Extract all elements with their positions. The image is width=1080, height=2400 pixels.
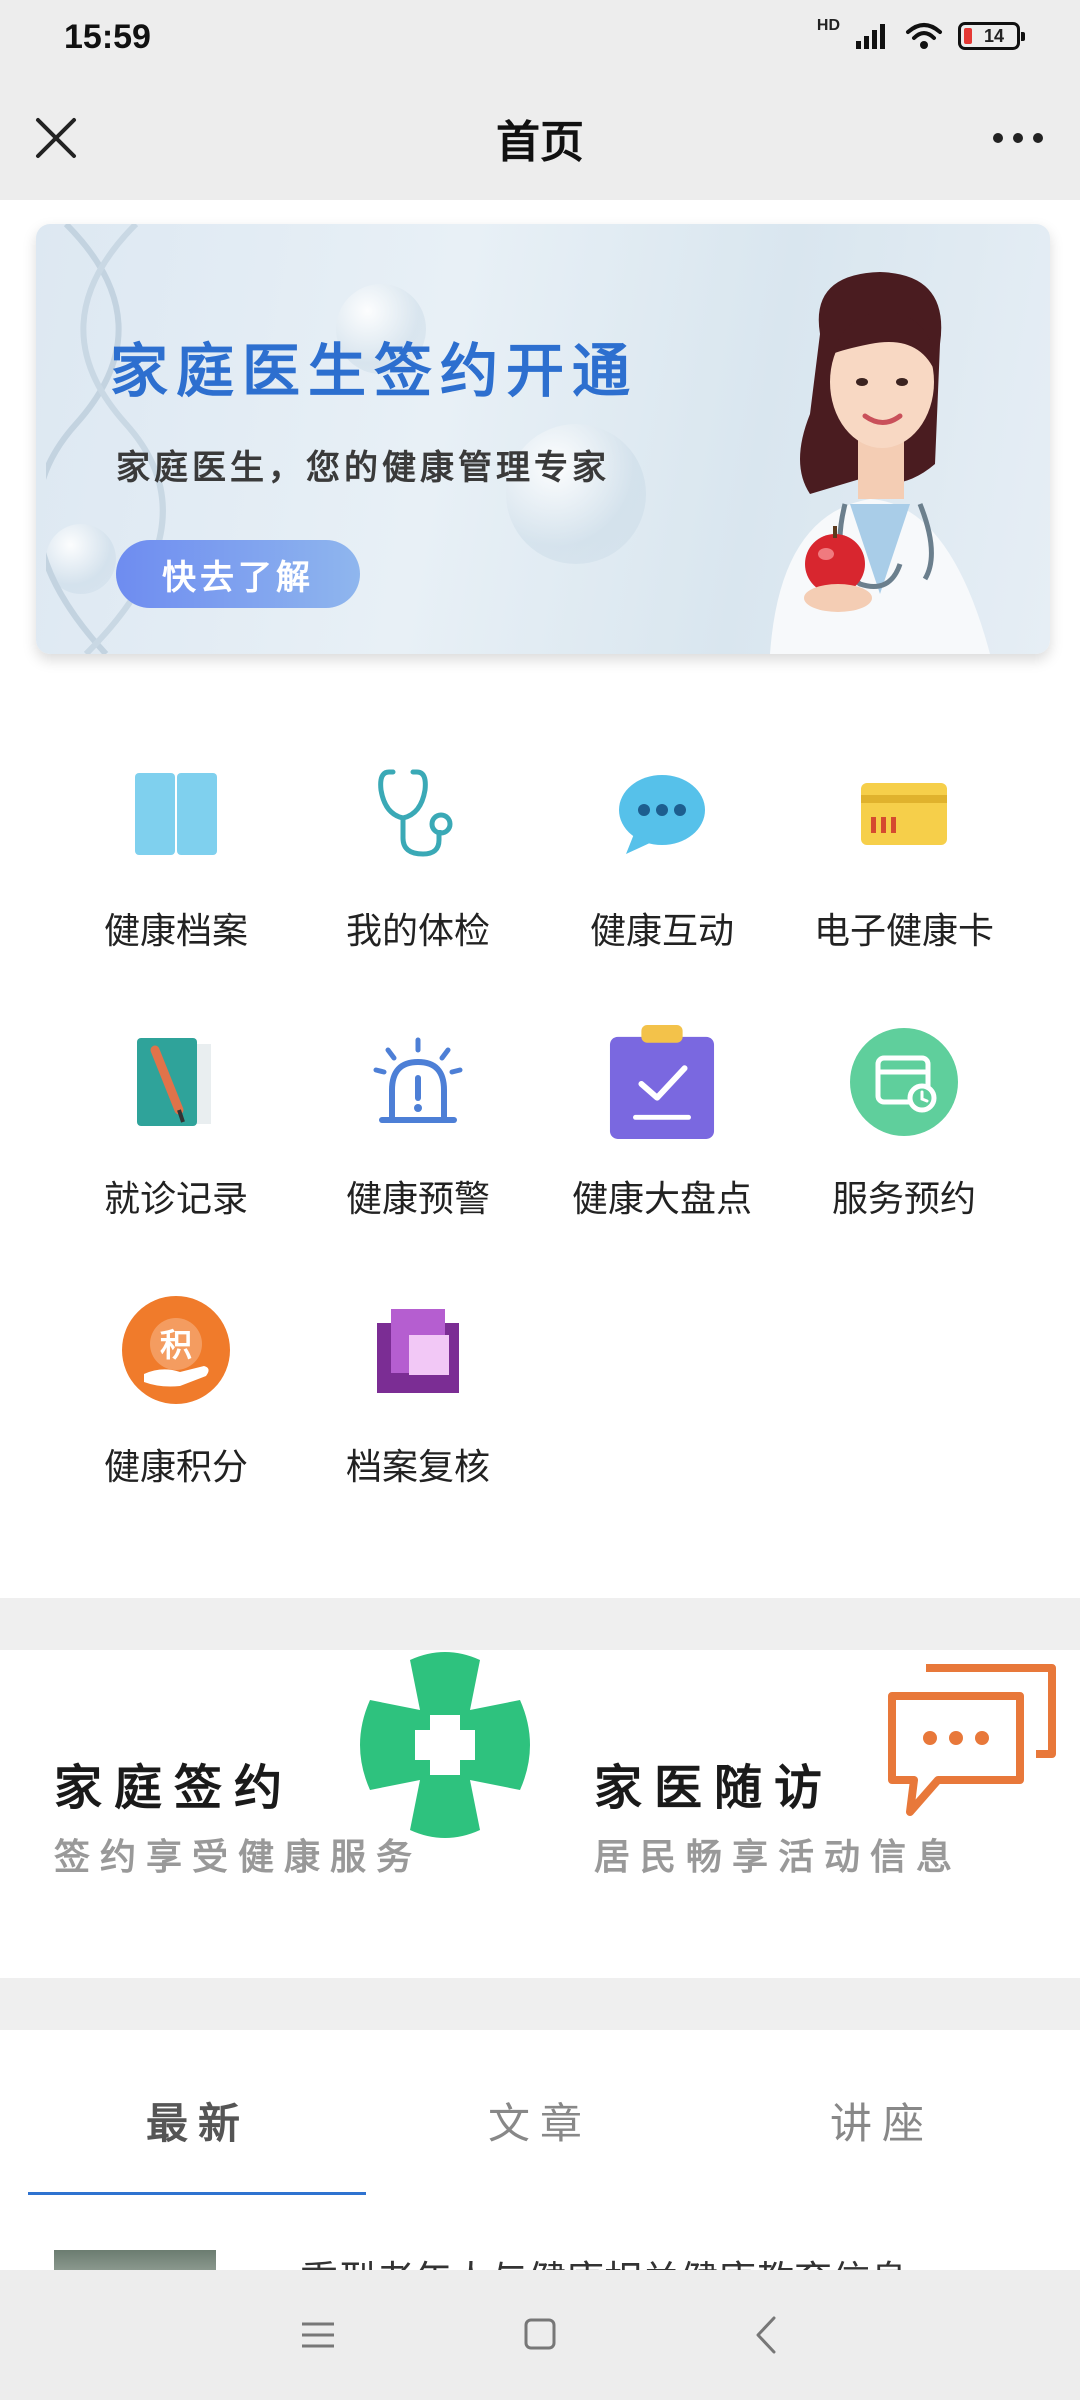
tab-indicator bbox=[28, 2192, 366, 2195]
clipboard-check-icon bbox=[608, 1025, 716, 1139]
menu-icon[interactable] bbox=[288, 2310, 348, 2360]
battery-icon: 14 bbox=[958, 22, 1025, 50]
service-label: 健康积分 bbox=[103, 1447, 248, 1488]
home-icon[interactable] bbox=[510, 2310, 570, 2360]
content-tabs: 最新 文章 讲座 bbox=[0, 2030, 1080, 2190]
section-divider bbox=[0, 1598, 1080, 1650]
service-item-health-records[interactable]: 健康档案 bbox=[54, 730, 298, 970]
battery-level: 14 bbox=[983, 25, 1005, 46]
service-item-health-points[interactable]: 积 健康积分 bbox=[54, 1266, 298, 1506]
service-label: 健康档案 bbox=[103, 911, 248, 952]
svg-text:积: 积 bbox=[160, 1326, 192, 1364]
medical-cross-icon bbox=[360, 1652, 530, 1838]
tab-articles[interactable]: 文章 bbox=[370, 2090, 710, 2151]
banner-subtitle: 家庭医生，您的健康管理专家 bbox=[116, 448, 610, 488]
service-label: 我的体检 bbox=[345, 911, 490, 952]
feature-family-signing[interactable]: 家庭签约 签约享受健康服务 bbox=[0, 1650, 540, 1980]
back-icon[interactable] bbox=[738, 2310, 798, 2360]
service-item-my-checkup[interactable]: 我的体检 bbox=[296, 730, 540, 970]
points-icon: 积 bbox=[122, 1296, 230, 1404]
service-item-appointment[interactable]: 服务预约 bbox=[782, 998, 1026, 1238]
section-divider bbox=[0, 1978, 1080, 2030]
learn-more-button[interactable]: 快去了解 bbox=[116, 540, 360, 608]
feature-doctor-followup[interactable]: 家医随访 居民畅享活动信息 bbox=[540, 1650, 1080, 1980]
page-title: 首页 bbox=[496, 117, 584, 168]
chat-bubble-icon bbox=[608, 760, 716, 868]
stethoscope-icon bbox=[364, 760, 472, 868]
promo-banner[interactable]: 家庭医生签约开通 家庭医生，您的健康管理专家 快去了解 bbox=[36, 224, 1050, 654]
status-icons: HD 14 bbox=[816, 17, 1025, 52]
card-icon bbox=[850, 760, 958, 868]
alarm-icon bbox=[364, 1028, 472, 1136]
banner-title: 家庭医生签约开通 bbox=[110, 337, 639, 405]
message-icon bbox=[888, 1664, 1056, 1816]
network-type-label: HD bbox=[816, 17, 840, 34]
notebook-icon bbox=[122, 1028, 230, 1136]
signal-icon bbox=[856, 24, 885, 49]
book-icon bbox=[122, 760, 230, 868]
service-item-visit-records[interactable]: 就诊记录 bbox=[54, 998, 298, 1238]
system-nav-bar bbox=[0, 2270, 1080, 2400]
tab-latest[interactable]: 最新 bbox=[28, 2090, 368, 2151]
feature-subtitle: 签约享受健康服务 bbox=[54, 1837, 423, 1878]
service-item-health-interaction[interactable]: 健康互动 bbox=[540, 730, 784, 970]
service-item-health-warning[interactable]: 健康预警 bbox=[296, 998, 540, 1238]
doctor-illustration bbox=[770, 272, 990, 654]
feature-subtitle: 居民畅享活动信息 bbox=[594, 1837, 963, 1878]
service-item-record-review[interactable]: 档案复核 bbox=[296, 1266, 540, 1506]
files-icon bbox=[364, 1296, 472, 1404]
more-icon[interactable] bbox=[986, 114, 1050, 162]
feature-title: 家庭签约 bbox=[54, 1760, 295, 1816]
service-label: 服务预约 bbox=[831, 1179, 976, 1220]
service-item-health-review[interactable]: 健康大盘点 bbox=[540, 998, 784, 1238]
status-bar: 15:59 HD 14 bbox=[0, 0, 1080, 84]
article-title[interactable]: 重型老年人与健康相关健康教育信息 bbox=[300, 2250, 1040, 2270]
tab-lectures[interactable]: 讲座 bbox=[712, 2090, 1052, 2151]
service-label: 档案复核 bbox=[345, 1447, 490, 1488]
service-item-e-health-card[interactable]: 电子健康卡 bbox=[782, 730, 1026, 970]
calendar-clock-icon bbox=[850, 1028, 958, 1136]
service-label: 就诊记录 bbox=[103, 1179, 248, 1220]
feature-title: 家医随访 bbox=[594, 1760, 835, 1816]
wifi-icon bbox=[906, 23, 942, 49]
status-time: 15:59 bbox=[64, 18, 151, 56]
service-label: 电子健康卡 bbox=[813, 911, 994, 952]
service-label: 健康预警 bbox=[345, 1179, 490, 1220]
nav-bar: 首页 bbox=[0, 84, 1080, 200]
service-label: 健康互动 bbox=[589, 911, 734, 952]
service-label: 健康大盘点 bbox=[571, 1179, 752, 1220]
